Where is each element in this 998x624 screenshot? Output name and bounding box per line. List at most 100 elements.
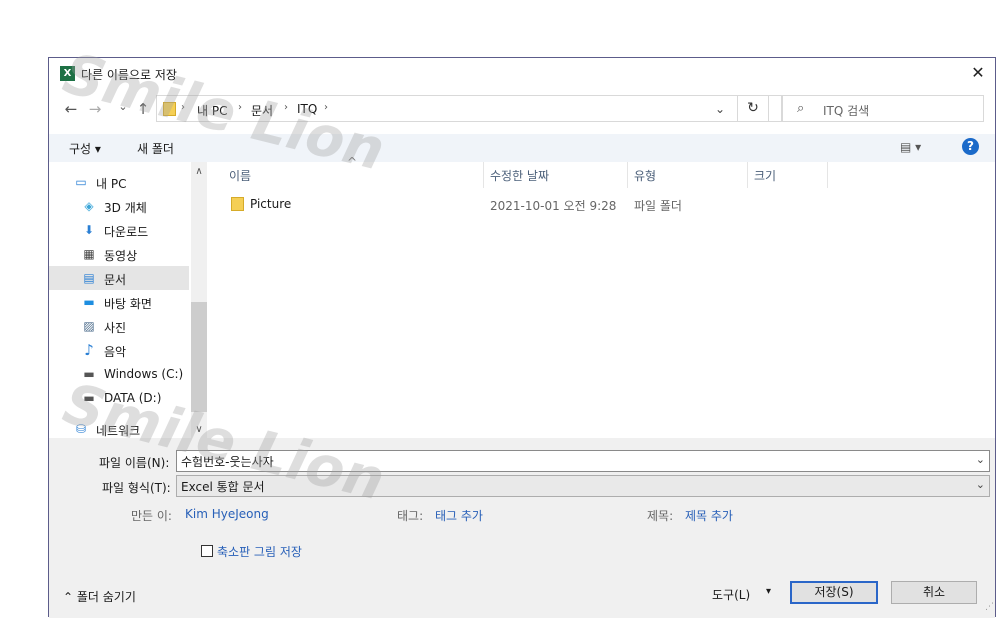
navigation-pane: ▭ 내 PC ◈ 3D 개체 ⬇ 다운로드 ▦ 동영상 ▤ 문서 ▬ 바탕 화면…: [49, 162, 191, 438]
filetype-value: Excel 통합 문서: [181, 480, 265, 494]
command-bar: 구성 ▾ 새 폴더 ▤ ▾ ?: [49, 134, 995, 162]
hide-folders-button[interactable]: ⌃ 폴더 숨기기: [63, 588, 136, 605]
sidebar-item-label: 동영상: [104, 249, 138, 263]
tags-label: 태그:: [397, 509, 424, 523]
save-thumbnail-label[interactable]: 축소판 그림 저장: [217, 543, 302, 560]
column-header-modified[interactable]: 수정한 날짜: [490, 167, 549, 193]
tools-menu-button[interactable]: 도구(L): [712, 586, 750, 603]
address-row: ← → ⌄ ↑ › 내 PC › 문서 › ITQ › ⌄ ↻ ⌕ ITQ 검색: [49, 94, 995, 126]
file-list-row[interactable]: Picture 2021-10-01 오전 9:28 파일 폴더: [229, 194, 789, 216]
sidebar-item-label: 다운로드: [104, 225, 149, 239]
column-header-size[interactable]: 크기: [754, 167, 776, 193]
navigation-scrollbar[interactable]: ∧ ∨: [191, 162, 207, 438]
filename-value: 수험번호-웃는사자: [181, 455, 274, 469]
column-divider[interactable]: [827, 162, 828, 188]
refresh-button[interactable]: ↻: [737, 95, 769, 122]
sidebar-item-label: 사진: [104, 321, 127, 335]
sidebar-item-label: 바탕 화면: [104, 297, 152, 311]
scroll-up-icon[interactable]: ∧: [191, 164, 207, 180]
sidebar-item-desktop[interactable]: ▬ 바탕 화면: [49, 290, 189, 314]
save-as-dialog: X 다른 이름으로 저장 ✕ ← → ⌄ ↑ › 내 PC › 문서 › ITQ…: [48, 57, 996, 618]
breadcrumb-separator-icon: ›: [284, 102, 288, 113]
add-tag-link[interactable]: 태그 추가: [435, 507, 483, 524]
tools-dropdown-icon[interactable]: ▾: [766, 586, 771, 597]
sidebar-item-documents[interactable]: ▤ 문서: [49, 266, 189, 290]
cancel-button[interactable]: 취소: [891, 581, 977, 604]
filetype-label: 파일 형식(T):: [102, 481, 171, 495]
breadcrumb-separator-icon: ›: [238, 102, 242, 113]
computer-icon: ▭: [75, 175, 87, 189]
column-divider[interactable]: [627, 162, 628, 188]
column-header-name[interactable]: 이름: [229, 167, 251, 193]
chevron-down-icon[interactable]: ⌄: [976, 478, 985, 491]
picture-icon: ▨: [83, 319, 95, 333]
sidebar-item-label: 문서: [104, 273, 127, 287]
sidebar-item-label: 3D 개체: [104, 201, 147, 215]
drive-c-icon: ▬: [83, 367, 95, 381]
close-button[interactable]: ✕: [965, 62, 991, 84]
sidebar-item-label: 내 PC: [96, 177, 127, 191]
scroll-down-icon[interactable]: ∨: [191, 422, 207, 438]
up-icon[interactable]: ↑: [133, 100, 153, 118]
sidebar-item-label: 음악: [104, 345, 127, 359]
author-value[interactable]: Kim HyeJeong: [185, 507, 269, 521]
video-icon: ▦: [83, 247, 95, 261]
breadcrumb-my-pc[interactable]: 내 PC: [197, 102, 227, 119]
save-button[interactable]: 저장(S): [790, 581, 878, 604]
breadcrumb-itq[interactable]: ITQ: [297, 102, 317, 116]
network-icon: ⛁: [75, 422, 87, 436]
breadcrumb-separator-icon: ›: [181, 102, 185, 113]
breadcrumb-separator-icon: ›: [324, 102, 328, 113]
back-icon[interactable]: ←: [61, 100, 81, 118]
breadcrumb-documents[interactable]: 문서: [251, 102, 273, 119]
sidebar-item-drive-d[interactable]: ▬ DATA (D:): [49, 386, 189, 410]
document-icon: ▤: [83, 271, 95, 285]
recent-locations-icon[interactable]: ⌄: [113, 100, 133, 113]
sidebar-item-videos[interactable]: ▦ 동영상: [49, 242, 189, 266]
chevron-down-icon[interactable]: ⌄: [976, 453, 985, 466]
dialog-title: 다른 이름으로 저장: [81, 68, 177, 82]
sort-ascending-icon: ^: [347, 155, 358, 169]
folder-icon: [231, 197, 244, 211]
sidebar-item-label: DATA (D:): [104, 391, 162, 405]
sidebar-item-label: Windows (C:): [104, 367, 184, 381]
title-bar: X 다른 이름으로 저장 ✕: [49, 58, 995, 88]
download-icon: ⬇: [83, 223, 95, 237]
new-folder-button[interactable]: 새 폴더: [137, 140, 174, 157]
add-title-link[interactable]: 제목 추가: [685, 507, 733, 524]
cube-icon: ◈: [84, 199, 94, 213]
music-icon: ♪: [84, 341, 94, 359]
excel-app-icon: X: [60, 66, 75, 81]
help-icon[interactable]: ?: [962, 138, 979, 155]
title-label: 제목:: [647, 509, 674, 523]
column-divider[interactable]: [483, 162, 484, 188]
save-thumbnail-checkbox[interactable]: [201, 545, 213, 557]
filename-field[interactable]: 수험번호-웃는사자 ⌄: [176, 450, 990, 472]
search-placeholder: ITQ 검색: [823, 104, 870, 118]
view-options-button[interactable]: ▤ ▾: [900, 140, 921, 154]
sidebar-item-downloads[interactable]: ⬇ 다운로드: [49, 218, 189, 242]
address-bar[interactable]: › 내 PC › 문서 › ITQ › ⌄: [156, 95, 782, 122]
file-modified: 2021-10-01 오전 9:28: [490, 199, 617, 213]
search-icon: ⌕: [797, 101, 805, 116]
file-name: Picture: [250, 197, 292, 211]
sidebar-item-3d-objects[interactable]: ◈ 3D 개체: [49, 194, 189, 218]
address-dropdown-icon[interactable]: ⌄: [715, 102, 725, 116]
sidebar-item-label: 네트워크: [96, 424, 141, 438]
sidebar-item-drive-c[interactable]: ▬ Windows (C:): [49, 362, 189, 386]
scroll-thumb[interactable]: [191, 302, 207, 412]
sidebar-item-music[interactable]: ♪ 음악: [49, 338, 189, 362]
column-header-type[interactable]: 유형: [634, 167, 656, 193]
author-label: 만든 이:: [131, 509, 172, 523]
resize-grip-icon[interactable]: ⋰: [985, 602, 994, 612]
sidebar-item-pictures[interactable]: ▨ 사진: [49, 314, 189, 338]
column-divider[interactable]: [747, 162, 748, 188]
organize-button[interactable]: 구성 ▾: [69, 140, 101, 157]
drive-d-icon: ▬: [83, 391, 95, 405]
filename-label: 파일 이름(N):: [99, 456, 170, 470]
filetype-select[interactable]: Excel 통합 문서 ⌄: [176, 475, 990, 497]
sidebar-item-my-pc[interactable]: ▭ 내 PC: [49, 170, 189, 194]
search-input[interactable]: ⌕ ITQ 검색: [782, 95, 984, 122]
forward-icon[interactable]: →: [85, 100, 105, 118]
file-type: 파일 폴더: [634, 199, 682, 213]
